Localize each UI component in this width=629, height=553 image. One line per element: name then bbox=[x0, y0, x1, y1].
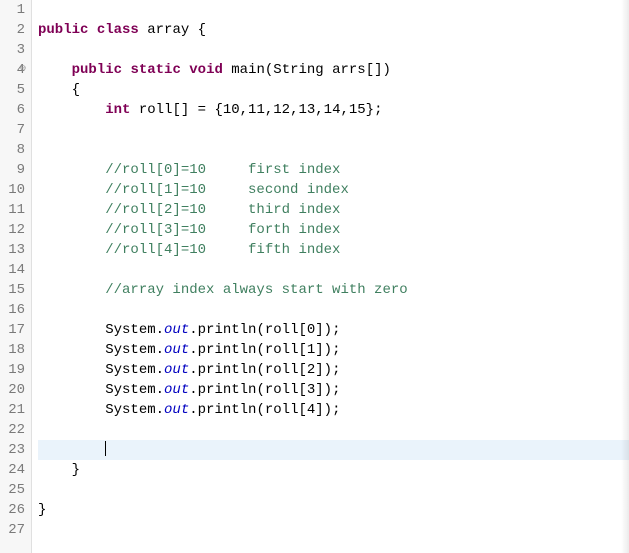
code-line: System.out.println(roll[1]); bbox=[38, 340, 629, 360]
line-number: 25 bbox=[0, 480, 25, 500]
override-marker-icon: ⊖ bbox=[20, 60, 26, 80]
code-line bbox=[38, 300, 629, 320]
line-number: 7 bbox=[0, 120, 25, 140]
code-line: { bbox=[38, 80, 629, 100]
line-number: 4⊖ bbox=[0, 60, 25, 80]
line-number: 27 bbox=[0, 520, 25, 540]
line-number: 20 bbox=[0, 380, 25, 400]
keyword: class bbox=[97, 22, 139, 38]
line-number: 5 bbox=[0, 80, 25, 100]
line-number: 9 bbox=[0, 160, 25, 180]
code-line bbox=[38, 260, 629, 280]
line-number: 26 bbox=[0, 500, 25, 520]
line-number: 6 bbox=[0, 100, 25, 120]
code-line: System.out.println(roll[2]); bbox=[38, 360, 629, 380]
comment: //array index always start with zero bbox=[38, 282, 408, 298]
line-number: 24 bbox=[0, 460, 25, 480]
code-line bbox=[38, 420, 629, 440]
code-line: //roll[0]=10 first index bbox=[38, 160, 629, 180]
code-line: //roll[2]=10 third index bbox=[38, 200, 629, 220]
code-line: int roll[] = {10,11,12,13,14,15}; bbox=[38, 100, 629, 120]
code-line bbox=[38, 480, 629, 500]
comment: //roll[2]=10 third index bbox=[38, 202, 340, 218]
line-number: 10 bbox=[0, 180, 25, 200]
line-number: 14 bbox=[0, 260, 25, 280]
static-field: out bbox=[164, 402, 189, 418]
static-field: out bbox=[164, 322, 189, 338]
code-line bbox=[38, 520, 629, 540]
line-number: 19 bbox=[0, 360, 25, 380]
code-line bbox=[38, 40, 629, 60]
code-line bbox=[38, 140, 629, 160]
line-number: 22 bbox=[0, 420, 25, 440]
line-number: 21 bbox=[0, 400, 25, 420]
code-line: System.out.println(roll[0]); bbox=[38, 320, 629, 340]
code-line: } bbox=[38, 460, 629, 480]
code-line: //roll[1]=10 second index bbox=[38, 180, 629, 200]
line-number: 23 bbox=[0, 440, 25, 460]
code-line: //array index always start with zero bbox=[38, 280, 629, 300]
line-number: 1 bbox=[0, 0, 25, 20]
line-number: 8 bbox=[0, 140, 25, 160]
text-cursor bbox=[105, 441, 106, 456]
line-number: 2 bbox=[0, 20, 25, 40]
code-line: System.out.println(roll[3]); bbox=[38, 380, 629, 400]
code-line: System.out.println(roll[4]); bbox=[38, 400, 629, 420]
code-line: } bbox=[38, 500, 629, 520]
comment: //roll[0]=10 first index bbox=[38, 162, 340, 178]
static-field: out bbox=[164, 382, 189, 398]
line-number: 17 bbox=[0, 320, 25, 340]
keyword: public bbox=[72, 62, 122, 78]
line-number: 12 bbox=[0, 220, 25, 240]
keyword: public bbox=[38, 22, 88, 38]
keyword: static bbox=[130, 62, 180, 78]
comment: //roll[1]=10 second index bbox=[38, 182, 349, 198]
code-line: public static void main(String arrs[]) bbox=[38, 60, 629, 80]
line-number: 11 bbox=[0, 200, 25, 220]
line-number: 13 bbox=[0, 240, 25, 260]
keyword: int bbox=[105, 102, 130, 118]
code-line: public class array { bbox=[38, 20, 629, 40]
line-number: 16 bbox=[0, 300, 25, 320]
comment: //roll[4]=10 fifth index bbox=[38, 242, 340, 258]
code-line-current bbox=[38, 440, 629, 460]
static-field: out bbox=[164, 362, 189, 378]
comment: //roll[3]=10 forth index bbox=[38, 222, 340, 238]
code-editor[interactable]: public class array { public static void … bbox=[32, 0, 629, 553]
keyword: void bbox=[189, 62, 223, 78]
code-line: //roll[4]=10 fifth index bbox=[38, 240, 629, 260]
code-line bbox=[38, 120, 629, 140]
class-name: array bbox=[147, 22, 189, 38]
line-number: 3 bbox=[0, 40, 25, 60]
line-number-gutter: 1234⊖56789101112131415161718192021222324… bbox=[0, 0, 32, 553]
code-line bbox=[38, 0, 629, 20]
static-field: out bbox=[164, 342, 189, 358]
line-number: 18 bbox=[0, 340, 25, 360]
line-number: 15 bbox=[0, 280, 25, 300]
code-line: //roll[3]=10 forth index bbox=[38, 220, 629, 240]
